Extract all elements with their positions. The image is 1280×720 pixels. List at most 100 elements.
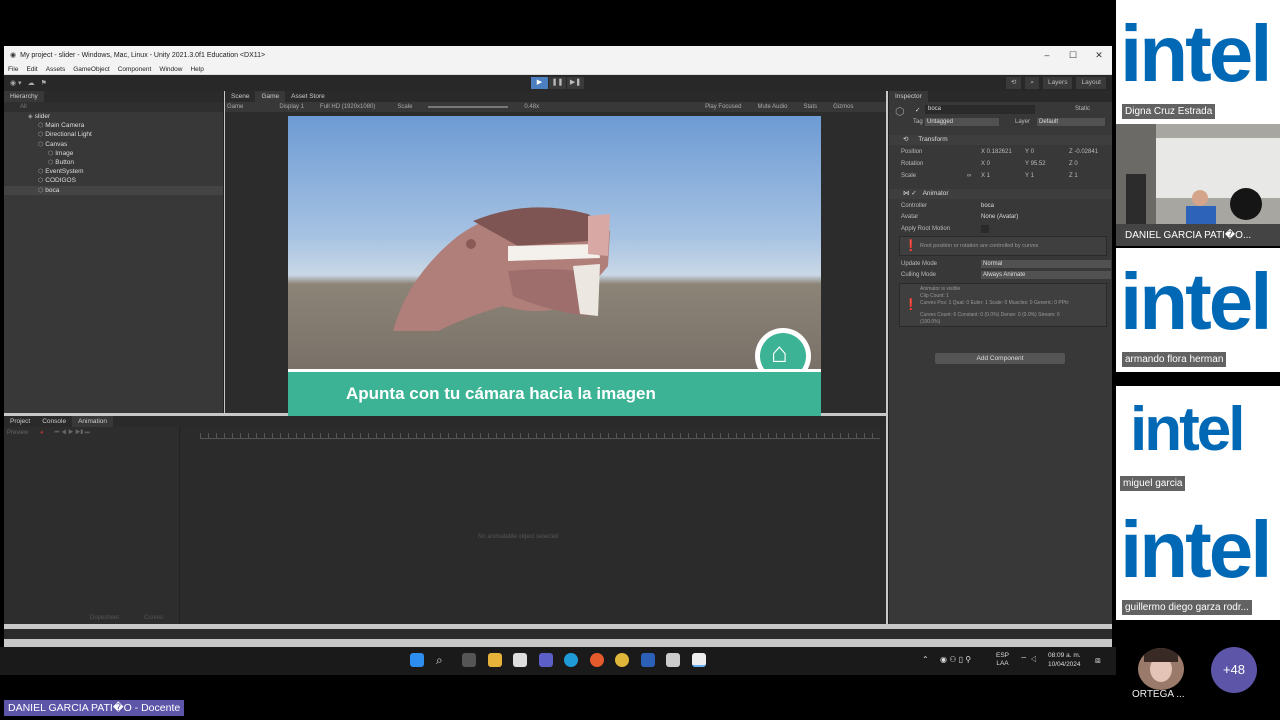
- clock[interactable]: 08:09 a. m. 10/04/2024: [1048, 651, 1081, 669]
- close-button[interactable]: ✕: [1086, 50, 1112, 61]
- participant-tile[interactable]: intel Digna Cruz Estrada: [1116, 0, 1280, 124]
- hierarchy-item-slider[interactable]: ◈ slider: [4, 112, 223, 121]
- hierarchy-item-boca[interactable]: ⬡ boca: [4, 185, 223, 195]
- search-icon[interactable]: ⌕: [1025, 77, 1039, 89]
- step-button[interactable]: ▶❚: [567, 77, 584, 89]
- edge-icon[interactable]: [564, 653, 578, 667]
- tag-dropdown[interactable]: Untagged: [925, 118, 999, 126]
- tray-icons[interactable]: ◉ ⚇ ▯ ⚲: [940, 655, 971, 664]
- rotation-x-field[interactable]: X 0: [981, 161, 990, 167]
- menu-assets[interactable]: Assets: [46, 66, 66, 73]
- curves-tab[interactable]: Curves: [144, 615, 163, 621]
- play-button[interactable]: ▶: [531, 77, 548, 89]
- start-icon[interactable]: [410, 653, 424, 667]
- word-icon[interactable]: [641, 653, 655, 667]
- participant-tile[interactable]: intel guillermo diego garza rodr...: [1116, 496, 1280, 620]
- search-icon[interactable]: ⌕: [436, 653, 450, 667]
- tab-game[interactable]: Game: [255, 91, 286, 102]
- store-icon[interactable]: [513, 653, 527, 667]
- chrome-icon[interactable]: [615, 653, 629, 667]
- hierarchy-item-button[interactable]: ⬡ Button: [4, 158, 223, 167]
- avatar-field[interactable]: None (Avatar): [981, 214, 1018, 220]
- cloud-icon[interactable]: ☁: [28, 79, 35, 87]
- record-icon[interactable]: ●: [40, 430, 44, 436]
- mute-audio-toggle[interactable]: Mute Audio: [757, 104, 787, 110]
- position-z-field[interactable]: Z -0.02841: [1069, 149, 1098, 155]
- animator-header[interactable]: ⋈ ✓ Animator: [889, 189, 1112, 199]
- object-name-input[interactable]: boca: [925, 105, 1035, 114]
- scale-y-field[interactable]: Y 1: [1025, 173, 1034, 179]
- scale-z-field[interactable]: Z 1: [1069, 173, 1078, 179]
- menu-component[interactable]: Component: [118, 66, 152, 73]
- active-checkbox[interactable]: ✓: [915, 106, 920, 114]
- game-mode-dropdown[interactable]: Game: [227, 104, 243, 110]
- game-viewport[interactable]: ⌂ Apunta con tu cámara hacia la imagen: [288, 116, 821, 416]
- history-icon[interactable]: ⟲: [1005, 77, 1022, 89]
- rotation-y-field[interactable]: Y 95.52: [1025, 161, 1046, 167]
- tab-inspector[interactable]: Inspector: [889, 91, 928, 102]
- timeline-ruler[interactable]: [200, 433, 880, 439]
- menu-file[interactable]: File: [8, 66, 18, 73]
- constrain-scale-icon[interactable]: ∞: [967, 173, 971, 179]
- tab-hierarchy[interactable]: Hierarchy: [4, 91, 44, 102]
- stats-toggle[interactable]: Stats: [803, 104, 817, 110]
- tab-asset-store[interactable]: Asset Store: [285, 93, 331, 100]
- layer-dropdown[interactable]: Default: [1037, 118, 1105, 126]
- task-view-icon[interactable]: [462, 653, 476, 667]
- playback-controls[interactable]: ⏮ ◀ ▶ ▶❚ ⏭: [54, 430, 90, 437]
- menu-edit[interactable]: Edit: [26, 66, 37, 73]
- more-participants-button[interactable]: +48: [1211, 647, 1257, 693]
- hierarchy-item-image[interactable]: ⬡ Image: [4, 149, 223, 158]
- gizmos-dropdown[interactable]: Gizmos: [833, 104, 853, 110]
- preview-button[interactable]: Preview: [7, 430, 28, 436]
- language-indicator[interactable]: ESP LAA: [996, 652, 1009, 668]
- apply-root-motion-checkbox[interactable]: [981, 225, 989, 233]
- teams-icon[interactable]: [539, 653, 553, 667]
- update-mode-dropdown[interactable]: Normal: [981, 260, 1111, 268]
- participant-video-tile[interactable]: DANIEL GARCIA PATI�O...: [1116, 124, 1280, 246]
- add-component-button[interactable]: Add Component: [935, 353, 1065, 364]
- controller-field[interactable]: boca: [981, 203, 994, 209]
- scale-x-field[interactable]: X 1: [981, 173, 990, 179]
- culling-mode-dropdown[interactable]: Always Animate: [981, 271, 1111, 279]
- file-explorer-icon[interactable]: [488, 653, 502, 667]
- layers-dropdown[interactable]: Layers: [1042, 77, 1073, 89]
- unity-hub-icon[interactable]: [666, 653, 680, 667]
- position-y-field[interactable]: Y 0: [1025, 149, 1034, 155]
- network-volume-icons[interactable]: ⌔ ◁: [1020, 655, 1037, 665]
- position-x-field[interactable]: X 0.182621: [981, 149, 1012, 155]
- display-dropdown[interactable]: Display 1: [279, 104, 304, 110]
- layout-dropdown[interactable]: Layout: [1076, 77, 1106, 89]
- participant-tile[interactable]: intel miguel garcia: [1116, 372, 1280, 496]
- tab-scene[interactable]: Scene: [225, 93, 255, 100]
- scale-slider[interactable]: [428, 106, 509, 108]
- hierarchy-search[interactable]: All: [4, 102, 223, 112]
- resolution-dropdown[interactable]: Full HD (1920x1080): [320, 104, 375, 110]
- participant-tile[interactable]: intel armando flora herman: [1116, 248, 1280, 372]
- static-toggle[interactable]: Static: [1075, 106, 1090, 112]
- menu-help[interactable]: Help: [190, 66, 203, 73]
- hierarchy-item-directional-light[interactable]: ⬡ Directional Light: [4, 130, 223, 139]
- play-focused-dropdown[interactable]: Play Focused: [705, 104, 741, 110]
- collab-icon[interactable]: ⚑: [41, 79, 47, 87]
- transform-header[interactable]: ⟲ Transform: [889, 135, 1112, 145]
- minimize-button[interactable]: –: [1034, 50, 1060, 60]
- dopesheet-tab[interactable]: Dopesheet: [90, 615, 119, 621]
- self-avatar[interactable]: [1138, 648, 1184, 690]
- menu-gameobject[interactable]: GameObject: [73, 66, 110, 73]
- menu-window[interactable]: Window: [159, 66, 182, 73]
- firefox-icon[interactable]: [590, 653, 604, 667]
- hierarchy-item-eventsystem[interactable]: ⬡ EventSystem: [4, 167, 223, 176]
- tab-console[interactable]: Console: [36, 418, 72, 425]
- rotation-z-field[interactable]: Z 0: [1069, 161, 1078, 167]
- account-icon[interactable]: ◉ ▾: [10, 79, 22, 87]
- unity-editor-icon[interactable]: [692, 653, 706, 667]
- tab-animation[interactable]: Animation: [72, 416, 113, 427]
- hierarchy-item-codigos[interactable]: ⬡ CODIGOS: [4, 176, 223, 185]
- notification-icon[interactable]: ⧈: [1095, 655, 1101, 666]
- pause-button[interactable]: ❚❚: [549, 77, 566, 89]
- tab-project[interactable]: Project: [4, 418, 36, 425]
- hierarchy-item-main-camera[interactable]: ⬡ Main Camera: [4, 121, 223, 130]
- hierarchy-item-canvas[interactable]: ⬡ Canvas: [4, 140, 223, 149]
- chevron-up-icon[interactable]: ⌃: [922, 655, 929, 664]
